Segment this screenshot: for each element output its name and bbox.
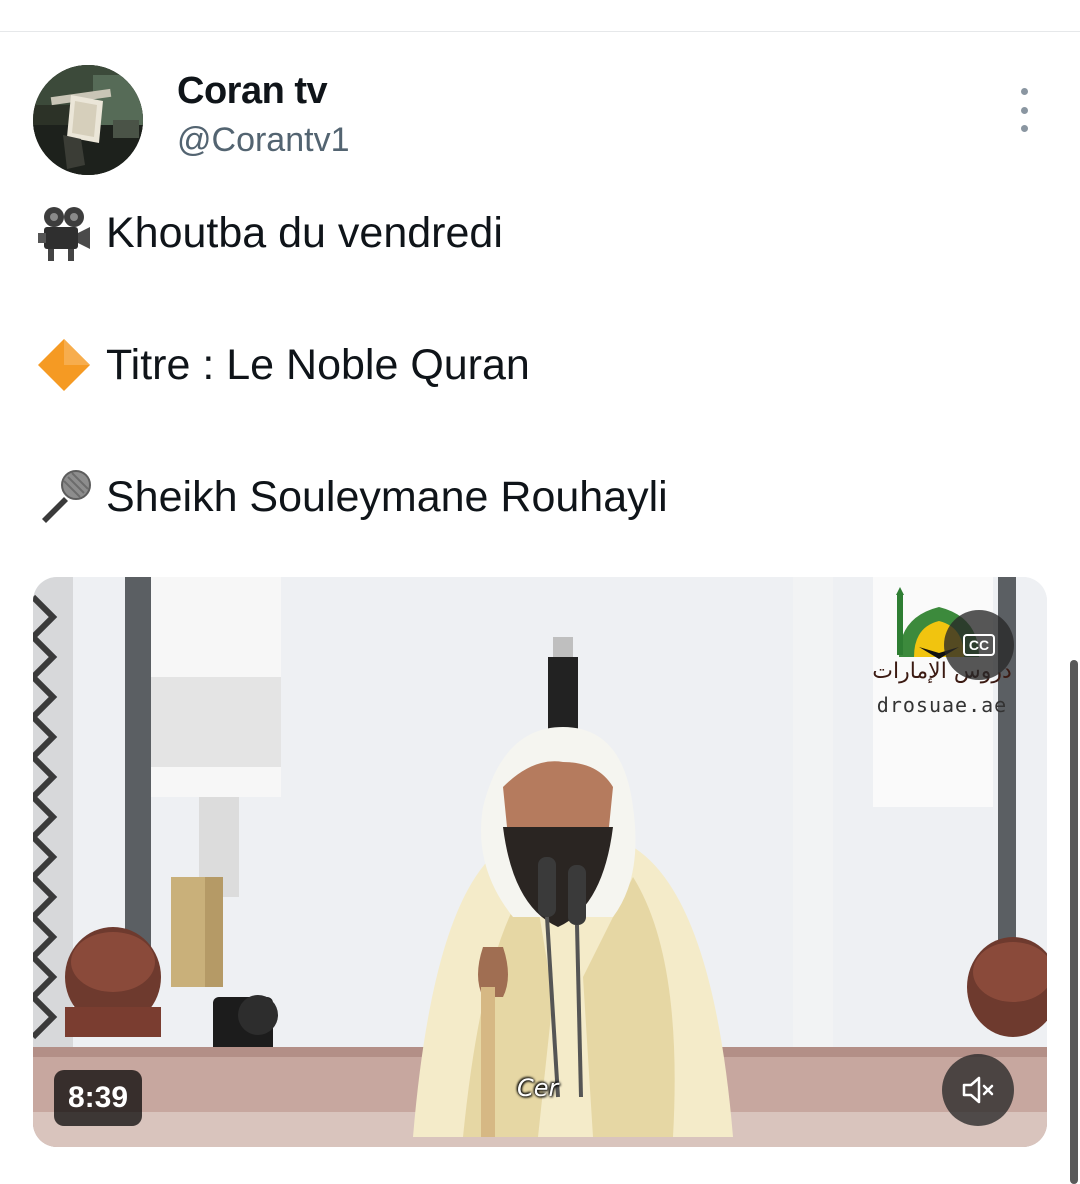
top-divider bbox=[0, 31, 1080, 32]
tweet-line-text: Sheikh Souleymane Rouhayli bbox=[106, 473, 668, 521]
unmute-button[interactable] bbox=[942, 1054, 1014, 1126]
tweet-line-2: Titre : Le Noble Quran bbox=[34, 335, 530, 395]
video-duration: 8:39 bbox=[54, 1070, 143, 1126]
more-dot-icon bbox=[1020, 106, 1028, 114]
more-dot-icon bbox=[1020, 125, 1028, 132]
tweet-line-text: Khoutba du vendredi bbox=[106, 209, 503, 257]
tweet-line-text: Titre : Le Noble Quran bbox=[106, 341, 530, 389]
closed-captions-button[interactable]: CC bbox=[944, 610, 1014, 680]
watermark-url: drosuae.ae bbox=[876, 693, 1008, 717]
tweet-line-3: Sheikh Souleymane Rouhayli bbox=[34, 467, 668, 527]
handle[interactable]: @Corantv1 bbox=[177, 118, 349, 162]
closed-captions-label: CC bbox=[962, 634, 996, 656]
microphone-icon bbox=[34, 467, 94, 527]
video-subtitle: Cer bbox=[517, 1074, 559, 1102]
speaker-muted-icon bbox=[962, 1076, 994, 1104]
display-name[interactable]: Coran tv bbox=[177, 68, 349, 114]
more-dot-icon bbox=[1020, 88, 1028, 95]
more-options-button[interactable] bbox=[1006, 88, 1042, 132]
author-block: Coran tv @Corantv1 bbox=[177, 68, 349, 162]
tweet-line-1: Khoutba du vendredi bbox=[34, 203, 503, 263]
video-player[interactable]: دروس الإمارات drosuae.ae CC 8:39 Cer bbox=[33, 577, 1047, 1147]
tweet-page: Coran tv @Corantv1 Khoutba du vendredi T… bbox=[0, 0, 1080, 1184]
page-scrollbar[interactable] bbox=[1070, 660, 1078, 1184]
movie-camera-icon bbox=[34, 203, 94, 263]
avatar[interactable] bbox=[33, 65, 143, 175]
orange-diamond-icon bbox=[34, 335, 94, 395]
